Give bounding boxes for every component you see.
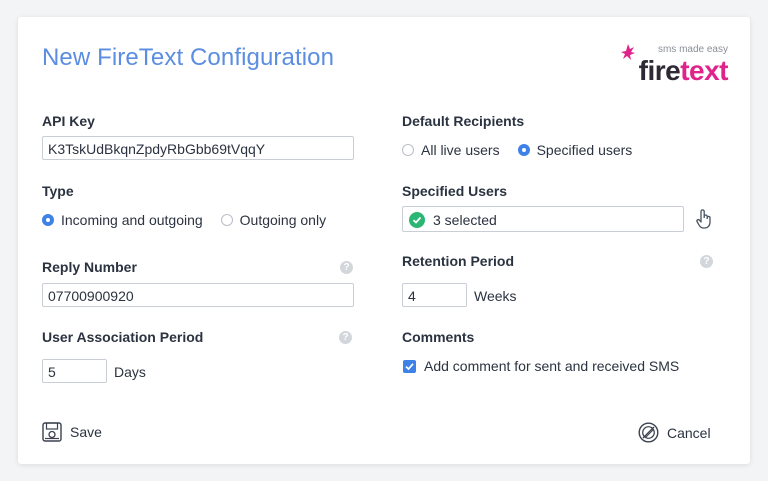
reply-number-input[interactable]: 07700900920	[42, 283, 354, 307]
api-key-input[interactable]: K3TskUdBkqnZpdyRbGbb69tVqqY	[42, 136, 354, 160]
specified-users-value: 3 selected	[433, 212, 497, 228]
radio-unselected-icon[interactable]	[402, 144, 414, 156]
cancel-button[interactable]: Cancel	[638, 422, 711, 443]
cancel-button-label: Cancel	[667, 424, 711, 441]
save-icon	[42, 422, 62, 442]
recipients-option-all-live-users[interactable]: All live users	[402, 142, 500, 158]
retention-period-label: Retention Period	[402, 253, 515, 269]
help-icon[interactable]: ?	[700, 255, 713, 268]
specified-users-label: Specified Users	[402, 183, 508, 199]
cancel-icon	[638, 422, 659, 443]
logo-word-dark: fire	[638, 55, 681, 86]
user-association-period-input[interactable]: 5	[42, 359, 107, 383]
type-label: Type	[42, 183, 74, 199]
dialog-title: New FireText Configuration	[42, 44, 335, 71]
recipients-option-label: All live users	[421, 142, 500, 158]
api-key-label: API Key	[42, 113, 95, 129]
type-option-outgoing-only[interactable]: Outgoing only	[220, 212, 327, 228]
comments-checkbox-label[interactable]: Add comment for sent and received SMS	[424, 358, 679, 374]
help-icon[interactable]: ?	[340, 261, 353, 274]
pointer-hand-icon[interactable]	[695, 208, 713, 230]
help-icon[interactable]: ?	[339, 331, 352, 344]
comments-checkbox[interactable]	[403, 360, 416, 373]
days-unit-label: Days	[114, 364, 146, 380]
reply-number-label: Reply Number	[42, 259, 137, 275]
user-association-period-label: User Association Period	[42, 329, 204, 345]
weeks-unit-label: Weeks	[474, 288, 517, 304]
save-button[interactable]: Save	[42, 422, 102, 442]
type-option-label: Outgoing only	[239, 212, 327, 228]
recipients-option-label: Specified users	[536, 142, 633, 158]
recipients-option-specified-users[interactable]: Specified users	[517, 142, 633, 158]
radio-selected-icon[interactable]	[517, 144, 530, 156]
default-recipients-label: Default Recipients	[402, 113, 525, 129]
retention-period-input[interactable]: 4	[402, 283, 467, 307]
type-radio-group: Incoming and outgoing Outgoing only	[42, 212, 344, 228]
flame-icon	[621, 44, 635, 60]
check-icon	[409, 212, 425, 228]
default-recipients-radio-group: All live users Specified users	[402, 142, 650, 158]
type-option-incoming-outgoing[interactable]: Incoming and outgoing	[42, 212, 203, 228]
configuration-dialog: New FireText Configuration sms made easy…	[18, 17, 750, 464]
comments-label: Comments	[402, 329, 475, 345]
logo-word-pink: text	[680, 55, 728, 86]
specified-users-field[interactable]: 3 selected	[402, 206, 684, 232]
type-option-label: Incoming and outgoing	[61, 212, 203, 228]
firetext-logo: sms made easy firetext	[618, 41, 728, 89]
logo-wordmark: firetext	[638, 55, 729, 87]
save-button-label: Save	[70, 424, 102, 440]
logo-tagline: sms made easy	[657, 44, 728, 55]
radio-selected-icon[interactable]	[42, 214, 54, 226]
radio-unselected-icon[interactable]	[220, 214, 233, 226]
